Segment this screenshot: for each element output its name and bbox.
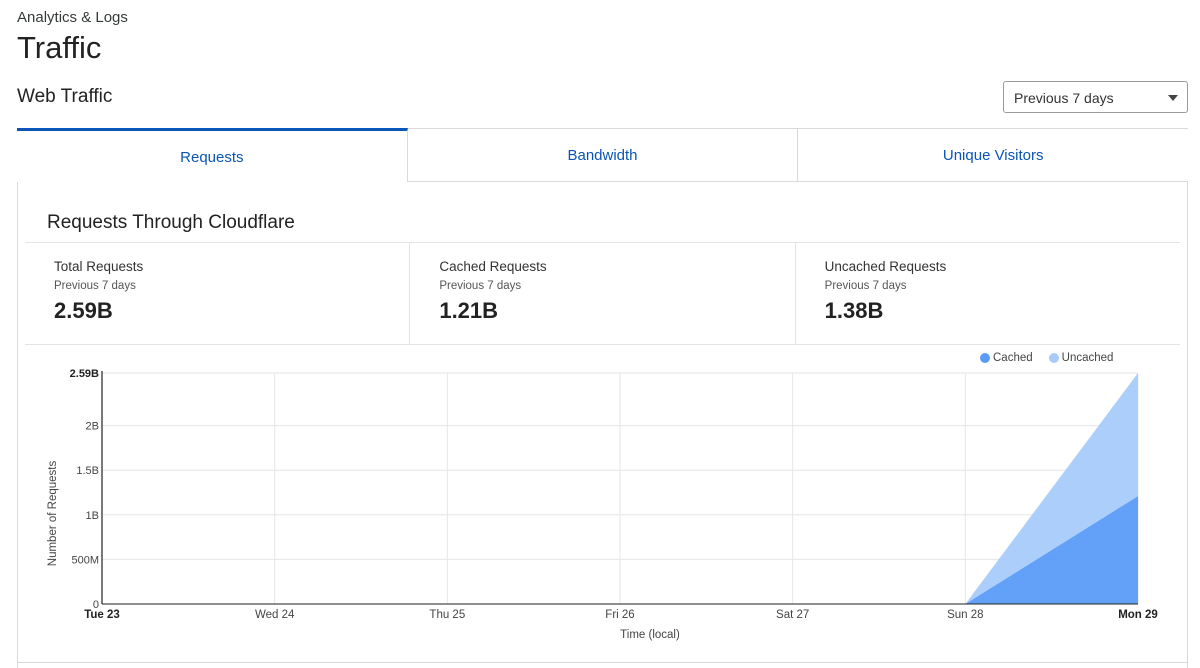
y-tick-label: 2.59B: [70, 368, 99, 380]
stat-value: 2.59B: [54, 298, 113, 323]
y-tick-label: 500M: [71, 554, 99, 566]
x-tick-label: Tue 23: [84, 609, 120, 621]
stat-period: Previous 7 days: [439, 280, 522, 292]
traffic-tabs: Requests Bandwidth Unique Visitors: [17, 128, 1189, 182]
stats-row: Total Requests Previous 7 days 2.59B Cac…: [25, 242, 1180, 345]
divider: [17, 662, 1188, 663]
stat-uncached-requests: Uncached Requests Previous 7 days 1.38B: [796, 243, 1180, 344]
section-title: Web Traffic: [17, 86, 113, 107]
card-title: Requests Through Cloudflare: [47, 212, 295, 233]
y-tick-label: 1.5B: [76, 465, 99, 477]
page-title: Traffic: [17, 30, 102, 65]
x-tick-label: Fri 26: [605, 609, 634, 621]
tab-requests[interactable]: Requests: [17, 128, 408, 182]
requests-chart-svg: 0500M1B1.5B2B2.59BTue 23 Wed 24 Thu 25 Fri …: [47, 368, 1158, 641]
stat-label: Total Requests: [54, 259, 144, 274]
y-axis-label: Number of Requests: [47, 461, 59, 567]
tab-unique-visitors[interactable]: Unique Visitors: [798, 128, 1189, 182]
x-tick-label: Mon 29: [1118, 609, 1158, 621]
stat-total-requests: Total Requests Previous 7 days 2.59B: [25, 243, 411, 344]
y-tick-label: 2B: [86, 421, 99, 433]
stat-label: Uncached Requests: [824, 259, 947, 274]
stat-value: 1.38B: [824, 298, 884, 323]
stat-label: Cached Requests: [439, 259, 547, 274]
tab-bandwidth[interactable]: Bandwidth: [407, 128, 799, 182]
time-range-select[interactable]: Previous 7 days: [1003, 81, 1188, 113]
time-range-value: Previous 7 days: [1014, 90, 1114, 106]
x-axis-label: Time (local): [620, 629, 680, 641]
requests-chart: 0 500M 1B 1.5B 2B 2.59B Tue 23 Wed 24 Thu 25 Fri …: [25, 348, 1180, 653]
stat-value: 1.21B: [439, 298, 499, 323]
x-tick-label: Sat 27: [776, 609, 809, 621]
y-tick-label: 1B: [86, 510, 99, 522]
stat-period: Previous 7 days: [54, 280, 136, 292]
x-tick-label: Sun 28: [947, 609, 983, 621]
stat-period: Previous 7 days: [824, 280, 907, 292]
stat-cached-requests: Cached Requests Previous 7 days 1.21B: [410, 243, 796, 344]
breadcrumb[interactable]: Analytics & Logs: [17, 9, 128, 26]
x-tick-label: Wed 24: [255, 609, 295, 621]
caret-down-icon: [1168, 95, 1178, 101]
x-tick-label: Thu 25: [429, 609, 465, 621]
